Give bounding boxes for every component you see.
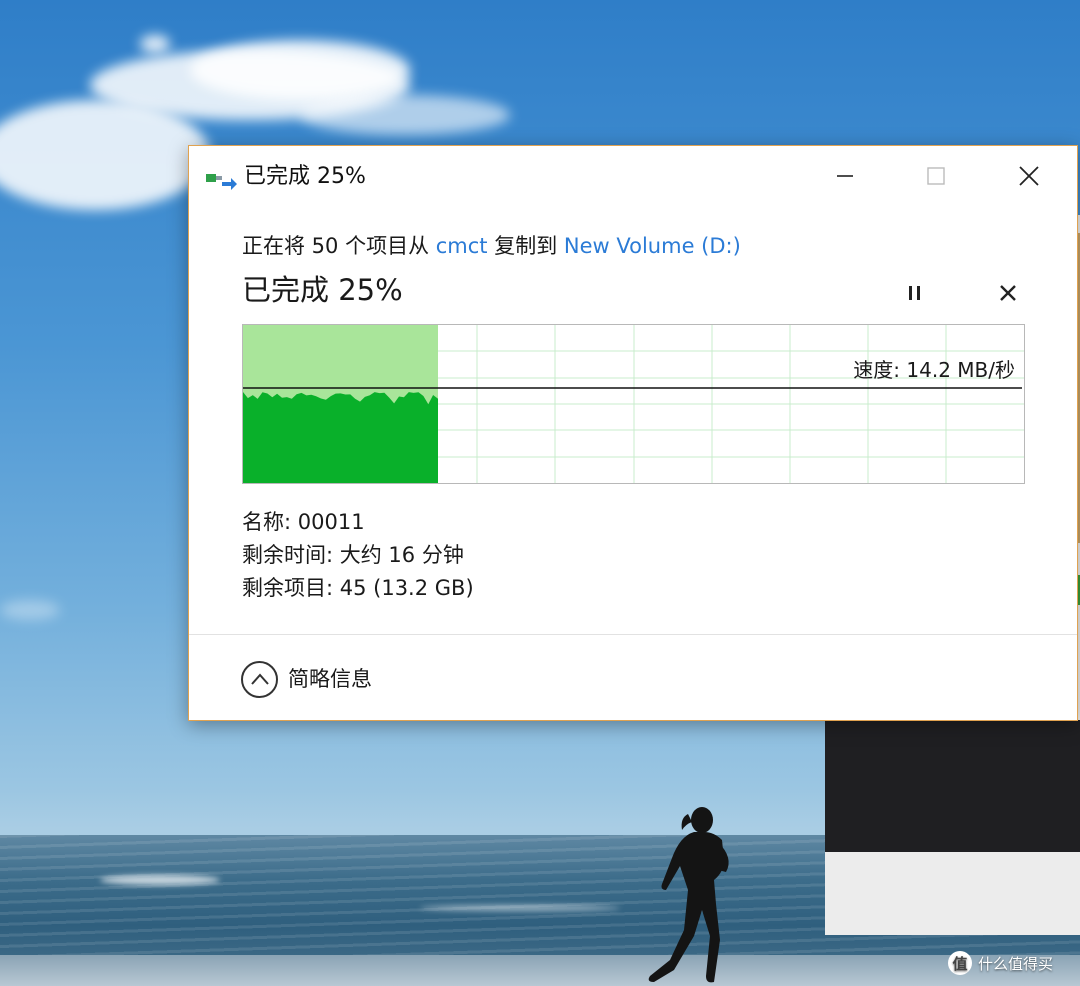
maximize-button[interactable] (914, 158, 958, 194)
pause-button[interactable] (895, 277, 935, 309)
maximize-icon (927, 167, 945, 185)
minimize-button[interactable] (823, 158, 867, 194)
cancel-copy-button[interactable] (988, 277, 1028, 309)
beach (0, 955, 1080, 986)
copy-description: 正在将 50 个项目从 cmct 复制到 New Volume (D:) (242, 232, 741, 260)
minimize-icon (837, 175, 853, 177)
copy-description-middle: 复制到 (487, 234, 564, 258)
background-window-footer (825, 852, 1080, 935)
watermark-text: 什么值得买 (978, 954, 1054, 973)
file-name: 名称: 00011 (242, 510, 365, 534)
divider (189, 634, 1077, 635)
fewer-details-toggle[interactable]: 简略信息 (241, 660, 372, 698)
file-copy-icon (206, 174, 237, 190)
wave-foam (100, 875, 220, 885)
time-remaining: 剩余时间: 大约 16 分钟 (242, 543, 464, 567)
runner-silhouette (648, 807, 729, 983)
speed-history-fill (243, 390, 438, 483)
cloud (140, 35, 170, 53)
cancel-icon (1000, 285, 1016, 301)
window-title: 已完成 25% (244, 164, 366, 189)
copy-description-prefix: 正在将 50 个项目从 (242, 234, 436, 258)
cloud (190, 40, 410, 100)
destination-link[interactable]: New Volume (D:) (564, 234, 741, 258)
close-button[interactable] (1007, 158, 1051, 194)
source-link[interactable]: cmct (436, 234, 488, 258)
transfer-speed-graph: 速度: 14.2 MB/秒 (242, 324, 1025, 484)
progress-heading: 已完成 25% (242, 273, 403, 307)
wave-foam (420, 905, 620, 911)
speed-label: 速度: 14.2 MB/秒 (853, 358, 1015, 382)
fewer-details-label: 简略信息 (288, 667, 372, 691)
cloud (300, 95, 510, 135)
watermark-logo: 值 (948, 951, 972, 975)
cloud (0, 600, 60, 620)
copy-progress-dialog: 已完成 25% 正在将 50 个项目从 cmct 复制到 New Volume … (188, 145, 1078, 721)
chevron-up-icon (241, 660, 278, 698)
pause-icon (909, 286, 920, 300)
watermark: 值 什么值得买 (948, 950, 1053, 976)
cloud (0, 100, 210, 210)
title-bar[interactable]: 已完成 25% (189, 146, 1077, 206)
speed-graph-canvas (243, 325, 1024, 483)
close-icon (1019, 166, 1039, 186)
items-remaining: 剩余项目: 45 (13.2 GB) (242, 576, 474, 600)
